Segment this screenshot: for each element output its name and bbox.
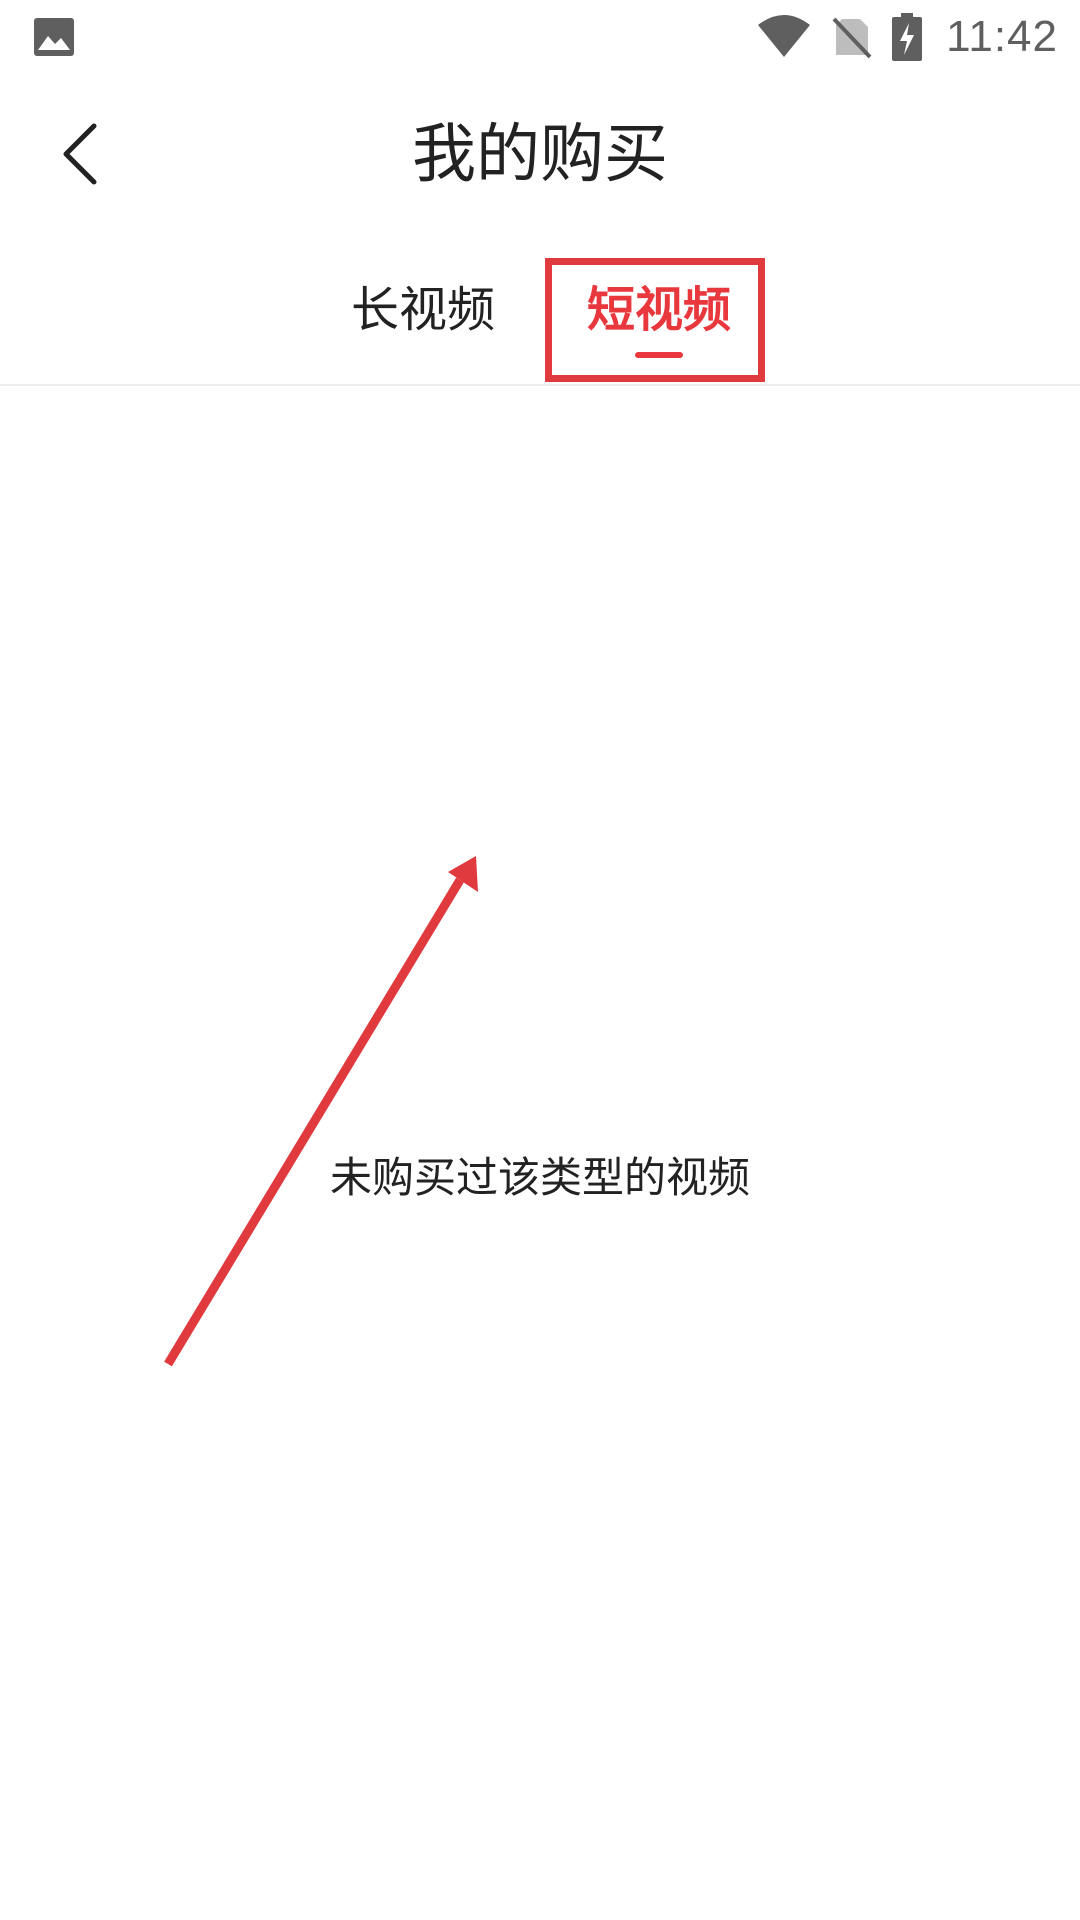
tabs-divider (0, 384, 1080, 386)
empty-state-message: 未购买过该类型的视频 (329, 1153, 750, 1202)
tab-long-video-label: 长视频 (350, 282, 495, 338)
tab-bar: 长视频 短视频 (0, 238, 1080, 384)
image-icon (34, 18, 74, 56)
status-bar: 11:42 (0, 0, 1080, 74)
no-sim-icon (832, 17, 872, 59)
header: 我的购买 (0, 74, 1080, 238)
tab-short-video[interactable]: 短视频 (574, 238, 744, 384)
tab-long-video[interactable]: 长视频 (338, 238, 508, 384)
battery-charging-icon (892, 13, 923, 61)
tab-active-indicator (635, 352, 683, 358)
page-title: 我的购买 (412, 118, 668, 192)
tab-short-video-label: 短视频 (586, 282, 731, 338)
wifi-icon (758, 15, 811, 57)
status-icons: 11:42 (756, 10, 1058, 64)
status-time: 11:42 (946, 12, 1058, 61)
